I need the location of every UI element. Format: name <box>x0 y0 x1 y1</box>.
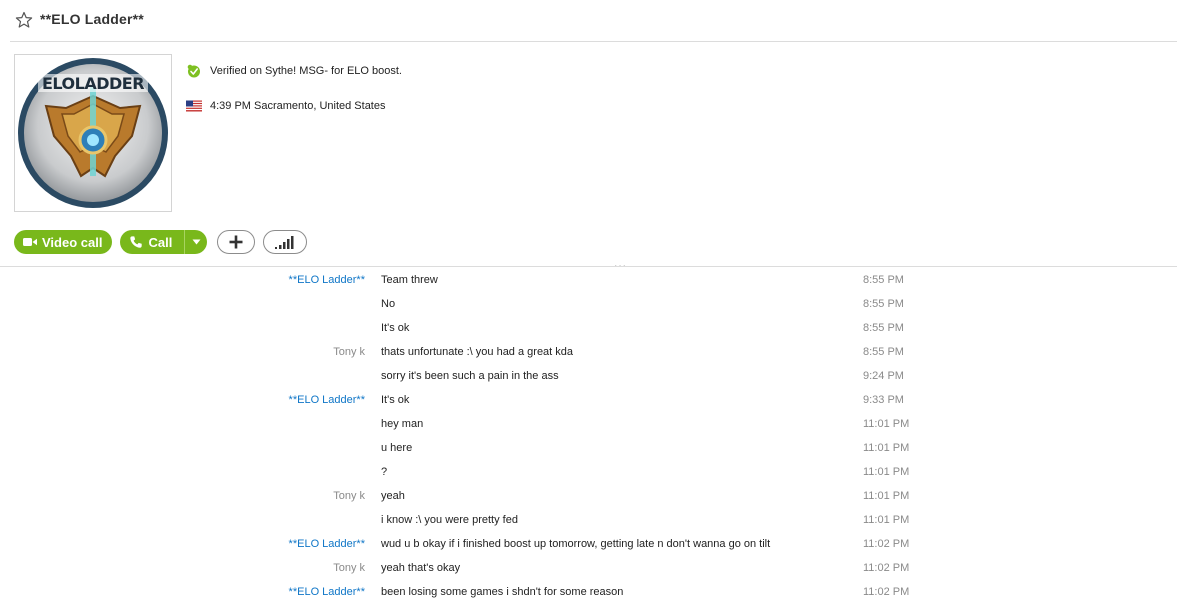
message-sender[interactable]: Tony k <box>333 490 365 502</box>
message-text: hey man <box>381 418 424 430</box>
chat-message: i know :\ you were pretty fed 11:01 PM <box>0 510 1177 534</box>
panel-resize-handle[interactable]: ... <box>614 256 627 270</box>
message-time: 9:33 PM <box>863 394 904 406</box>
message-text: It's ok <box>381 394 410 406</box>
call-actions-bar: Video call Call <box>14 230 308 254</box>
call-button[interactable]: Call <box>120 230 208 254</box>
message-sender[interactable]: **ELO Ladder** <box>289 538 365 550</box>
video-call-label: Video call <box>42 234 103 250</box>
message-time: 11:01 PM <box>863 466 910 478</box>
mood-message-row: Verified on Sythe! MSG- for ELO boost. <box>186 64 402 78</box>
message-text: yeah that's okay <box>381 562 461 574</box>
video-camera-icon <box>23 238 37 246</box>
chat-message: u here 11:01 PM <box>0 438 1177 462</box>
message-time: 11:01 PM <box>863 490 910 502</box>
message-text: been losing some games i shdn't for some… <box>381 586 624 598</box>
chat-message: **ELO Ladder** wud u b okay if i finishe… <box>0 534 1177 558</box>
message-sender[interactable]: Tony k <box>333 562 365 574</box>
message-text: Team threw <box>381 274 438 286</box>
message-text: ? <box>381 466 388 478</box>
chat-message: **ELO Ladder** It's ok 9:33 PM <box>0 390 1177 414</box>
message-time: 8:55 PM <box>863 298 904 310</box>
chevron-down-icon <box>192 239 201 245</box>
call-options-dropdown[interactable] <box>185 239 207 245</box>
favorite-star-icon[interactable] <box>15 11 33 29</box>
message-sender[interactable]: Tony k <box>333 346 365 358</box>
contact-avatar[interactable]: ELOLADDER <box>14 54 172 212</box>
chat-message: Tony k yeah 11:01 PM <box>0 486 1177 510</box>
message-text: i know :\ you were pretty fed <box>381 514 518 526</box>
message-time: 11:01 PM <box>863 514 910 526</box>
chat-message: It's ok 8:55 PM <box>0 318 1177 342</box>
chat-message: Tony k yeah that's okay 11:02 PM <box>0 558 1177 582</box>
message-text: u here <box>381 442 413 454</box>
avatar-text: ELOLADDER <box>42 74 144 93</box>
conversation-header: **ELO Ladder** <box>0 0 1177 42</box>
message-text: wud u b okay if i finished boost up tomo… <box>381 538 771 550</box>
chat-message: **ELO Ladder** been losing some games i … <box>0 582 1177 606</box>
message-time: 11:01 PM <box>863 418 910 430</box>
chat-message: ? 11:01 PM <box>0 462 1177 486</box>
message-sender[interactable]: **ELO Ladder** <box>289 586 365 598</box>
message-time: 11:02 PM <box>863 538 910 550</box>
message-text: It's ok <box>381 322 410 334</box>
message-text: sorry it's been such a pain in the ass <box>381 370 559 382</box>
video-call-button[interactable]: Video call <box>14 230 113 254</box>
call-quality-button[interactable] <box>263 230 308 254</box>
message-time: 11:02 PM <box>863 562 910 574</box>
plus-icon <box>229 235 243 249</box>
call-label: Call <box>148 234 173 250</box>
message-time: 9:24 PM <box>863 370 904 382</box>
avatar-image: ELOLADDER <box>18 58 168 208</box>
message-text: yeah <box>381 490 405 502</box>
chat-message: hey man 11:01 PM <box>0 414 1177 438</box>
message-sender[interactable]: **ELO Ladder** <box>289 394 365 406</box>
add-to-conversation-button[interactable] <box>217 230 256 254</box>
verified-status-icon <box>187 64 200 78</box>
message-time: 11:01 PM <box>863 442 910 454</box>
us-flag-icon <box>186 100 202 112</box>
chat-message: No 8:55 PM <box>0 294 1177 318</box>
chat-message: sorry it's been such a pain in the ass 9… <box>0 366 1177 390</box>
chat-divider <box>0 266 1177 267</box>
contact-name-title: **ELO Ladder** <box>40 11 144 27</box>
message-time: 8:55 PM <box>863 346 904 358</box>
mood-message-text: Verified on Sythe! MSG- for ELO boost. <box>210 65 402 77</box>
message-time: 11:02 PM <box>863 586 910 598</box>
message-text: thats unfortunate :\ you had a great kda <box>381 346 574 358</box>
chat-message: **ELO Ladder** Team threw 8:55 PM <box>0 270 1177 294</box>
message-text: No <box>381 298 396 310</box>
phone-icon <box>130 236 143 248</box>
local-time-text: 4:39 PM Sacramento, United States <box>210 100 386 112</box>
message-time: 8:55 PM <box>863 274 904 286</box>
chat-message: Tony k thats unfortunate :\ you had a gr… <box>0 342 1177 366</box>
signal-strength-icon <box>275 236 294 249</box>
message-time: 8:55 PM <box>863 322 904 334</box>
header-divider <box>10 41 1177 42</box>
message-sender[interactable]: **ELO Ladder** <box>289 274 365 286</box>
local-time-row: 4:39 PM Sacramento, United States <box>186 99 385 113</box>
